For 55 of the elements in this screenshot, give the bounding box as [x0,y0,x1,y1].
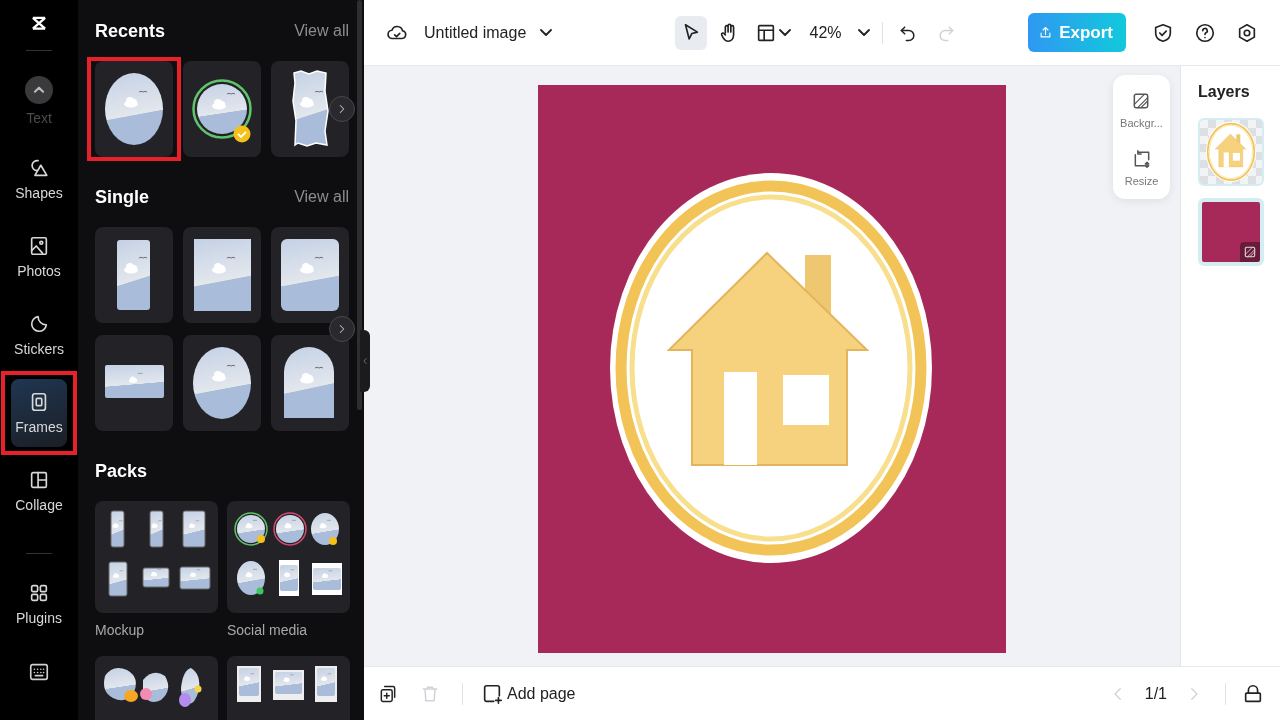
frame-thumbnail[interactable] [271,227,349,323]
add-page-icon [481,682,503,705]
help-icon [1194,21,1216,44]
caret-down-icon [857,29,870,36]
document-title-button[interactable]: Untitled image [424,23,553,42]
tool-button[interactable] [675,15,708,50]
view-all-link[interactable]: View all [294,22,349,40]
section-title: Single [95,186,149,208]
upload-icon [1038,25,1054,40]
sidebar-tab[interactable]: Stickers [11,301,67,370]
caret-down-icon [779,29,792,36]
frame-thumbnail[interactable] [95,227,173,323]
sidebar-tab[interactable]: Plugins [11,569,67,638]
sidebar-tab[interactable]: Collage [11,457,67,526]
chevron-up-icon [25,76,53,105]
shield-check-icon [1152,21,1174,44]
settings-button[interactable] [1236,21,1258,44]
view-all-link[interactable]: View all [294,188,349,206]
collapse-handle[interactable] [360,330,370,392]
sidebar-tab[interactable]: Photos [11,223,67,292]
frame-pack-card[interactable] [227,501,350,613]
page-counter: 1/1 [1144,684,1167,703]
pack-label: Mockup [95,622,146,640]
frame-thumbnail[interactable] [271,61,349,157]
design-canvas[interactable] [538,85,1006,653]
layer-thumbnail[interactable] [1198,198,1264,266]
scrollbar[interactable] [357,0,362,410]
frame-thumbnail[interactable] [95,335,173,431]
security-button[interactable] [1152,21,1174,44]
frame-thumbnail[interactable] [183,61,261,157]
house-emblem-drawing [1206,121,1256,183]
zoom-dropdown[interactable]: 42% [809,23,870,42]
sidebar-tab[interactable]: Frames [11,379,67,448]
chevron-left-icon [360,356,370,366]
settings-icon [1236,21,1258,44]
panel-title: Layers [1198,83,1251,101]
frame-thumbnail[interactable] [183,227,261,323]
caret-down-icon [540,29,553,36]
duplicate-button[interactable] [378,683,398,704]
frame-thumbnail[interactable] [183,335,261,431]
layer-thumbnail[interactable] [1198,118,1264,186]
background-button[interactable]: Backgr... [1120,91,1163,129]
frame-thumbnail[interactable] [95,61,173,157]
pack-label: Social media [227,622,309,640]
image-icon [28,235,50,258]
section-title: Recents [95,20,166,42]
duplicate-icon [378,683,398,704]
frame-thumbnail[interactable] [271,335,349,431]
frame-pack-card[interactable] [95,501,218,613]
hatched-square-icon [1243,245,1257,259]
add-page-button[interactable]: Add page [481,682,576,705]
section-title: Packs [95,460,148,482]
help-button[interactable] [1194,21,1216,44]
resize-button[interactable]: Resize [1124,149,1159,187]
sidebar-tab[interactable]: Shapes [11,145,67,214]
